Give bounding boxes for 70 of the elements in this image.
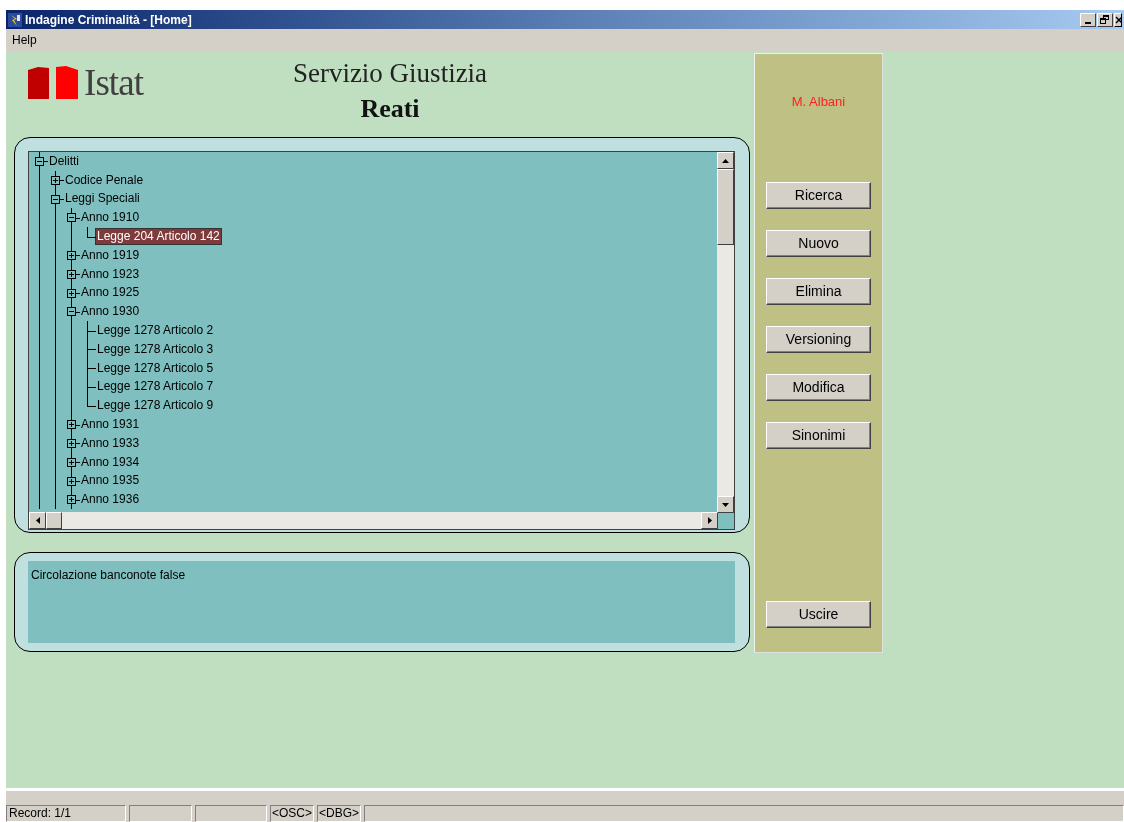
tree-item[interactable]: Anno 1931 (80, 417, 141, 433)
tree-item[interactable]: Codice Penale (64, 172, 145, 188)
action-button[interactable]: Versioning (766, 325, 871, 353)
vertical-scrollbar[interactable] (717, 152, 734, 513)
status-flag: <OSC> (270, 805, 315, 822)
tree-item[interactable]: Legge 1278 Articolo 5 (96, 360, 215, 376)
page-subtitle: Reati (360, 93, 420, 125)
tree-item[interactable]: Anno 1930 (80, 304, 141, 320)
expand-toggle-icon[interactable] (67, 420, 76, 430)
user-name: M. Albani (791, 93, 846, 111)
down-arrow-icon (722, 502, 729, 507)
expand-toggle-icon[interactable] (67, 251, 76, 260)
action-button[interactable]: Nuovo (766, 229, 871, 257)
tree-item[interactable]: Anno 1925 (80, 285, 141, 301)
logo-icon (28, 65, 80, 99)
tree-item[interactable]: Anno 1919 (80, 247, 141, 263)
expand-toggle-icon[interactable] (67, 495, 76, 505)
tree-item[interactable]: Anno 1934 (80, 454, 141, 470)
expand-toggle-icon[interactable] (51, 175, 60, 185)
tree-item[interactable]: Legge 1278 Articolo 2 (96, 323, 215, 339)
tree-item[interactable]: Delitti (48, 153, 80, 169)
scroll-thumb[interactable] (46, 512, 62, 529)
scroll-up-button[interactable] (717, 152, 734, 169)
collapse-toggle-icon[interactable] (67, 307, 76, 317)
expand-toggle-icon[interactable] (67, 457, 76, 467)
tree-item[interactable]: Anno 1935 (80, 473, 141, 489)
restore-button[interactable] (1097, 12, 1113, 27)
close-icon (1115, 13, 1121, 26)
up-arrow-icon (722, 158, 729, 163)
window-title: Indagine Criminalità - [Home] (25, 11, 192, 29)
scroll-right-button[interactable] (701, 512, 718, 529)
menu-item[interactable]: Help (12, 31, 37, 49)
expand-toggle-icon[interactable] (67, 288, 76, 298)
minimize-button[interactable] (1080, 12, 1096, 27)
close-button[interactable] (1114, 12, 1122, 27)
scroll-down-button[interactable] (717, 496, 734, 513)
description-text: Circolazione banconote false (31, 568, 186, 582)
action-button[interactable]: Sinonimi (766, 421, 871, 449)
action-button[interactable]: Elimina (766, 277, 871, 305)
action-button[interactable]: Ricerca (766, 181, 871, 209)
exit-button[interactable]: Uscire (766, 601, 871, 628)
collapse-toggle-icon[interactable] (51, 194, 60, 204)
left-arrow-icon (35, 517, 40, 524)
tree-item[interactable]: Legge 1278 Articolo 9 (96, 398, 215, 414)
tree-item[interactable]: Anno 1910 (80, 210, 141, 226)
app-icon (8, 12, 22, 27)
scroll-thumb[interactable] (717, 169, 734, 245)
tree-item[interactable]: Legge 1278 Articolo 7 (96, 379, 215, 395)
collapse-toggle-icon[interactable] (67, 213, 76, 223)
tree-item[interactable]: Anno 1936 (80, 492, 141, 508)
status-panel (195, 805, 267, 822)
tree-item[interactable]: Anno 1933 (80, 435, 141, 451)
tree-item[interactable]: Legge 204 Articolo 142 (96, 229, 221, 245)
expand-toggle-icon[interactable] (67, 476, 76, 486)
status-record: Record: 1/1 (6, 805, 126, 822)
expand-toggle-icon[interactable] (67, 269, 76, 279)
scroll-left-button[interactable] (29, 512, 46, 529)
description-field[interactable]: Circolazione banconote false (28, 561, 735, 643)
page-title: Servizio Giustizia (292, 57, 488, 90)
status-flag: <DBG> (317, 805, 362, 822)
status-panel (129, 805, 192, 822)
tree-item[interactable]: Leggi Speciali (64, 191, 141, 207)
action-button[interactable]: Modifica (766, 373, 871, 401)
horizontal-scrollbar[interactable] (29, 512, 718, 529)
right-arrow-icon (707, 517, 712, 524)
tree-item[interactable]: Anno 1923 (80, 266, 141, 282)
logo-text: Istat (84, 63, 144, 101)
expand-toggle-icon[interactable] (67, 438, 76, 448)
tree-item[interactable]: Legge 1278 Articolo 3 (96, 341, 215, 357)
collapse-toggle-icon[interactable] (35, 157, 44, 166)
